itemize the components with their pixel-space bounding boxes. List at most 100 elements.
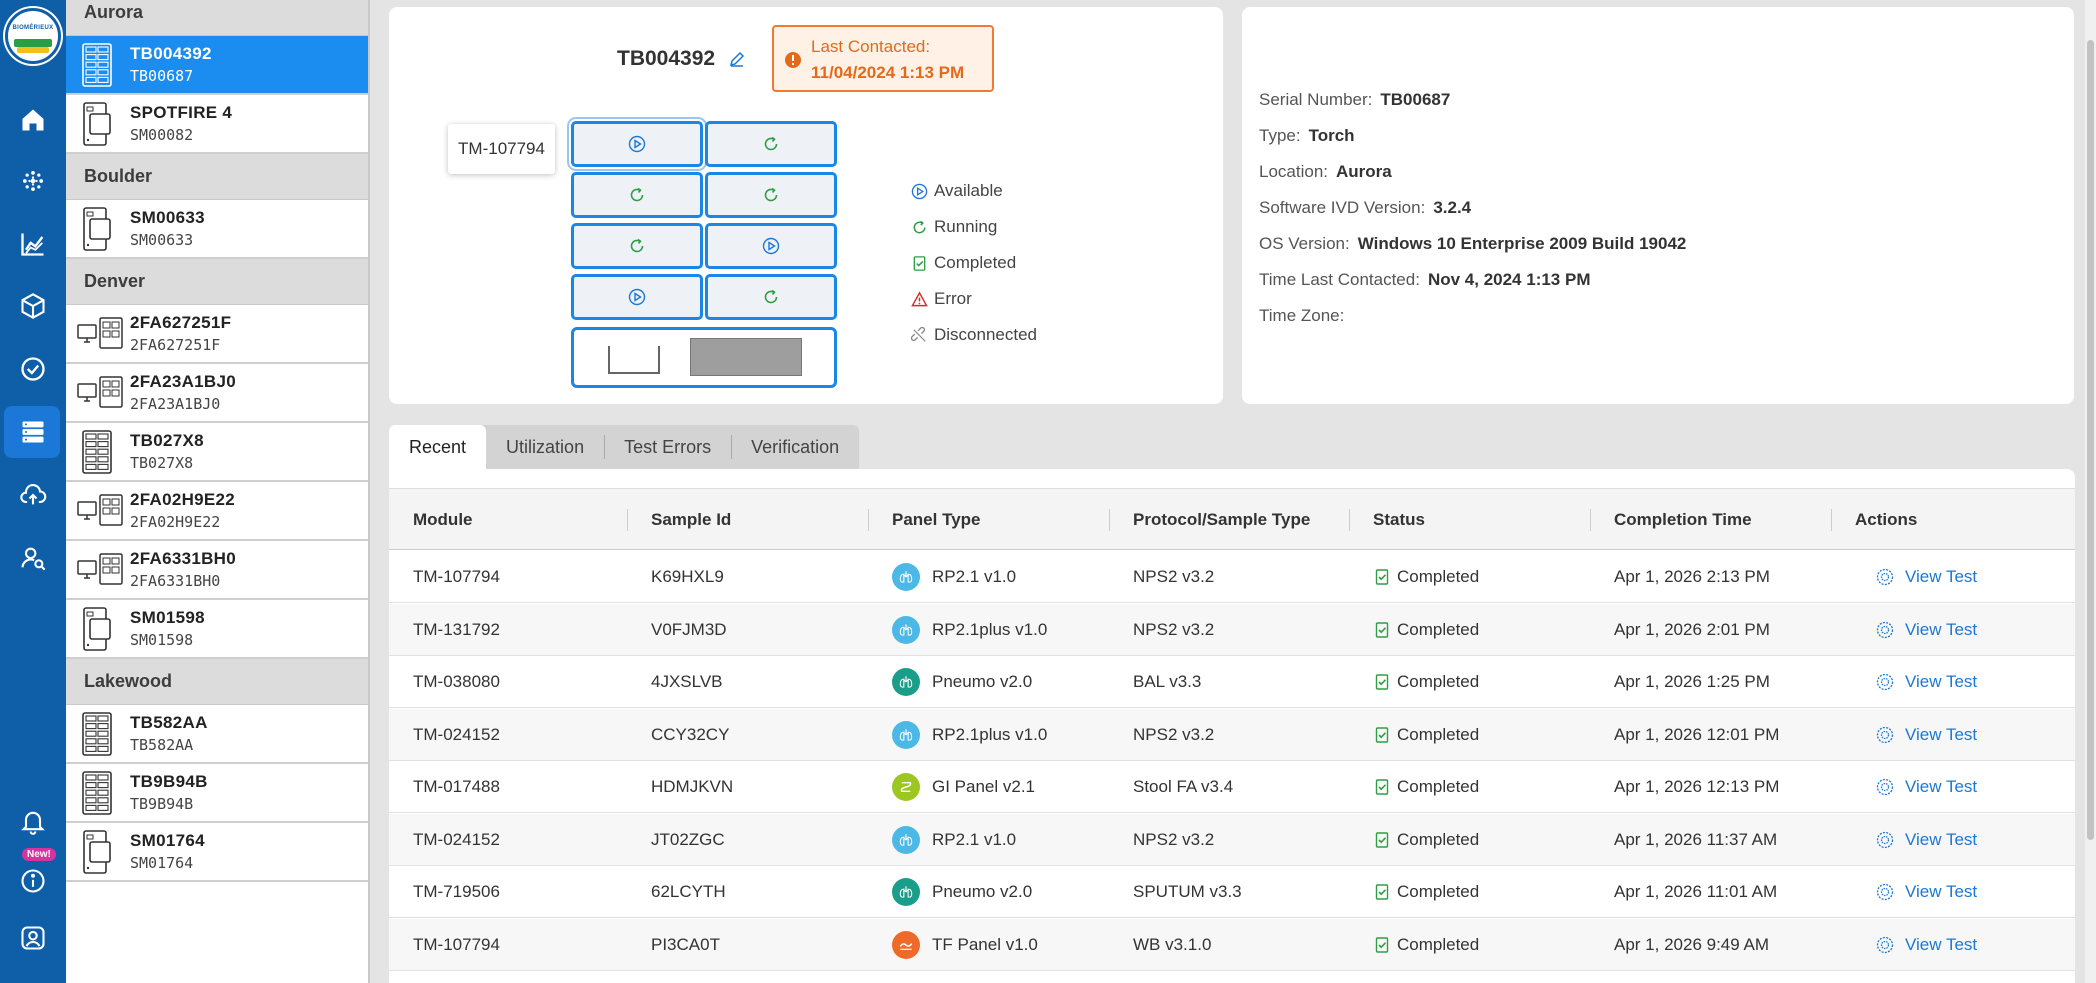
nav-users[interactable] <box>0 532 66 584</box>
column-separator[interactable] <box>1831 509 1832 531</box>
view-test-link[interactable]: View Test <box>1905 830 1977 850</box>
table-row[interactable]: TM-038080 4JXSLVB Pneumo v2.0 BAL v3.3 Compl… <box>389 656 2075 708</box>
nav-devices[interactable] <box>0 406 66 458</box>
panel-badge <box>892 668 920 696</box>
column-header[interactable]: Module <box>413 489 473 551</box>
device-list-item[interactable]: SPOTFIRE 4 SM00082 <box>66 95 368 154</box>
info-label: Software IVD Version: <box>1259 198 1426 217</box>
scrollbar-thumb[interactable] <box>2087 40 2094 840</box>
table-row[interactable]: TM-107794 PI3CA0T TF Panel v1.0 WB v3.1.0 Co… <box>389 918 2075 971</box>
actions-cell[interactable]: View Test <box>1875 656 1977 708</box>
view-test-link[interactable]: View Test <box>1905 725 1977 745</box>
table-row[interactable]: TM-719506 62LCYTH Pneumo v2.0 SPUTUM v3.3 Co… <box>389 866 2075 918</box>
device-list-item[interactable]: 2FA6331BH0 2FA6331BH0 <box>66 541 368 600</box>
device-list-item[interactable]: SM00633 SM00633 <box>66 200 368 259</box>
column-separator[interactable] <box>1590 509 1591 531</box>
tab-test-errors[interactable]: Test Errors <box>604 425 731 469</box>
nav-notifications[interactable] <box>0 795 66 847</box>
column-header[interactable]: Status <box>1373 489 1425 551</box>
device-list-item[interactable]: SM01598 SM01598 <box>66 600 368 659</box>
info-row: Location: Aurora <box>1259 162 1392 182</box>
device-text: SM01598 SM01598 <box>130 608 205 649</box>
tab-verification[interactable]: Verification <box>731 425 859 469</box>
column-header[interactable]: Sample Id <box>651 489 731 551</box>
column-header[interactable]: Actions <box>1855 489 1917 551</box>
view-test-link[interactable]: View Test <box>1905 620 1977 640</box>
table-row[interactable]: TM-017488 HDMJKVN GI Panel v2.1 Stool FA v3… <box>389 761 2075 813</box>
test-network-icon <box>1876 883 1894 901</box>
module-slot[interactable] <box>705 172 837 218</box>
module-tooltip: TM-107794 <box>448 124 555 174</box>
pencil-icon[interactable] <box>729 51 745 67</box>
device-text: 2FA23A1BJ0 2FA23A1BJ0 <box>130 372 236 413</box>
view-test-link[interactable]: View Test <box>1905 935 1977 955</box>
device-name: SM00633 <box>130 208 205 227</box>
column-separator[interactable] <box>1109 509 1110 531</box>
module-slot[interactable] <box>571 121 703 167</box>
device-list-item[interactable]: TB582AA TB582AA <box>66 705 368 764</box>
column-separator[interactable] <box>627 509 628 531</box>
cloud-upload-icon <box>20 484 47 505</box>
device-text: TB9B94B TB9B94B <box>130 772 208 813</box>
column-separator[interactable] <box>868 509 869 531</box>
device-list-item[interactable]: TB027X8 TB027X8 <box>66 423 368 482</box>
page-scrollbar[interactable] <box>2085 0 2096 983</box>
actions-cell[interactable]: View Test <box>1875 551 1977 603</box>
actions-cell[interactable]: View Test <box>1875 814 1977 866</box>
nav-info[interactable] <box>0 855 66 907</box>
device-list-item[interactable]: TB9B94B TB9B94B <box>66 764 368 823</box>
device-list-item[interactable]: 2FA23A1BJ0 2FA23A1BJ0 <box>66 364 368 423</box>
table-row[interactable]: TM-024152 JT02ZGC RP2.1 v1.0 NPS2 v3.2 Compl… <box>389 813 2075 866</box>
table-row[interactable]: TM-024152 CCY32CY RP2.1plus v1.0 NPS2 v3.2 C… <box>389 708 2075 761</box>
device-text: 2FA02H9E22 2FA02H9E22 <box>130 490 235 531</box>
nav-upload[interactable] <box>0 469 66 521</box>
actions-cell[interactable]: View Test <box>1875 709 1977 761</box>
module-slot[interactable] <box>705 274 837 320</box>
info-label: Time Zone: <box>1259 306 1345 325</box>
device-list-item[interactable]: TB004392 TB00687 <box>66 36 368 95</box>
nav-home[interactable] <box>0 94 66 146</box>
column-header[interactable]: Completion Time <box>1614 489 1752 551</box>
lungs-icon <box>899 728 913 741</box>
status-label: Completed <box>1397 619 1480 639</box>
table-row[interactable]: TM-107794 K69HXL9 RP2.1 v1.0 NPS2 v3.2 Compl… <box>389 551 2075 603</box>
tab-utilization[interactable]: Utilization <box>486 425 604 469</box>
module-slot[interactable] <box>705 223 837 269</box>
view-test-link[interactable]: View Test <box>1905 777 1977 797</box>
column-header[interactable]: Panel Type <box>892 489 981 551</box>
device-list-item[interactable]: 2FA02H9E22 2FA02H9E22 <box>66 482 368 541</box>
panel-type-cell: RP2.1 v1.0 <box>892 814 1016 866</box>
nav-network[interactable] <box>0 155 66 207</box>
tab-recent[interactable]: Recent <box>389 425 487 469</box>
module-slot[interactable] <box>705 121 837 167</box>
table-row[interactable]: TM-131792 V0FJM3D RP2.1plus v1.0 NPS2 v3.2 C… <box>389 603 2075 656</box>
view-test-link[interactable]: View Test <box>1905 672 1977 692</box>
actions-cell[interactable]: View Test <box>1875 866 1977 918</box>
view-test-link[interactable]: View Test <box>1905 882 1977 902</box>
actions-cell[interactable]: View Test <box>1875 604 1977 656</box>
device-list-item[interactable]: SM01764 SM01764 <box>66 823 368 882</box>
bell-icon <box>21 811 45 835</box>
view-test-link[interactable]: View Test <box>1905 567 1977 587</box>
chart-icon <box>21 233 44 256</box>
column-separator[interactable] <box>1349 509 1350 531</box>
lungs-icon <box>899 833 913 846</box>
nav-verification[interactable] <box>0 343 66 395</box>
module-slot[interactable] <box>571 172 703 218</box>
spotfire-icon <box>83 206 111 251</box>
module-cell: TM-107794 <box>413 567 500 586</box>
module-slot[interactable] <box>571 274 703 320</box>
module-slot[interactable] <box>571 223 703 269</box>
nav-profile[interactable] <box>0 912 66 964</box>
column-header[interactable]: Protocol/Sample Type <box>1133 489 1310 551</box>
device-list-item[interactable]: 2FA627251F 2FA627251F <box>66 305 368 364</box>
device-serial: SM01598 <box>130 631 194 649</box>
actions-cell[interactable]: View Test <box>1875 919 1977 971</box>
info-label: OS Version: <box>1259 234 1350 253</box>
sample-id-cell: CCY32CY <box>651 724 730 744</box>
nav-inventory[interactable] <box>0 280 66 332</box>
actions-cell[interactable]: View Test <box>1875 761 1977 813</box>
nav-analytics[interactable] <box>0 218 66 270</box>
completed-icon <box>1375 674 1389 690</box>
biomerieux-logo[interactable]: BIOMÉRIEUX <box>5 8 61 64</box>
